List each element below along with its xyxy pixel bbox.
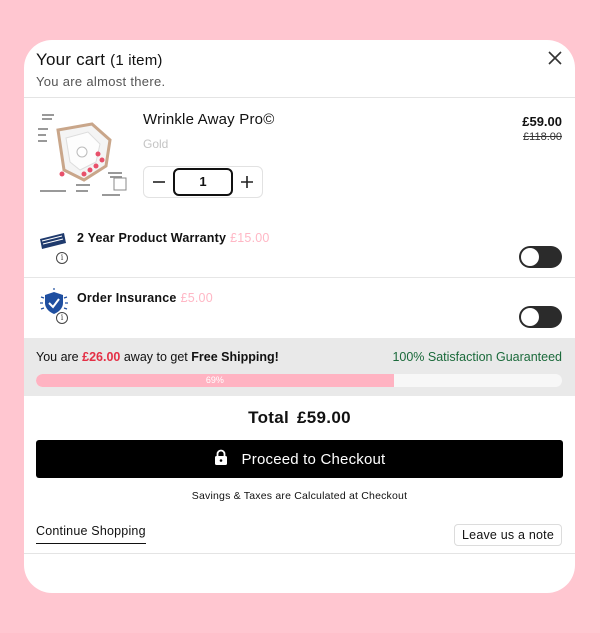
close-icon[interactable]	[545, 48, 565, 68]
addon-insurance-title: Order Insurance	[77, 291, 177, 305]
cart-header: Your cart (1 item) You are almost there.	[24, 40, 575, 98]
satisfaction-guarantee: 100% Satisfaction Guaranteed	[392, 350, 562, 364]
lock-icon	[214, 449, 228, 469]
addon-warranty-label: 2 Year Product Warranty £15.00	[77, 231, 270, 245]
cart-total: Total £59.00	[24, 408, 575, 428]
info-icon[interactable]: i	[56, 312, 68, 324]
cart-title-text: Your cart	[36, 50, 106, 69]
free-shipping-label: Free Shipping!	[191, 350, 279, 364]
shipping-prefix: You are	[36, 350, 79, 364]
product-image[interactable]	[36, 110, 128, 202]
shipping-remaining-amount: £26.00	[82, 350, 121, 364]
addon-insurance: Order Insurance £5.00 i	[24, 278, 575, 338]
quantity-stepper: 1	[143, 166, 263, 198]
insurance-toggle[interactable]	[519, 306, 562, 328]
shipping-progress-label: 69%	[205, 375, 224, 385]
cart-line-item: Wrinkle Away Pro© Gold £59.00 £118.00 1	[24, 98, 575, 218]
cart-footer: Continue Shopping Leave us a note	[24, 510, 575, 554]
cart-drawer: Your cart (1 item) You are almost there.	[24, 40, 575, 593]
product-variant: Gold	[143, 137, 169, 151]
addon-insurance-label: Order Insurance £5.00	[77, 291, 213, 305]
product-compare-price: £118.00	[523, 131, 562, 143]
free-shipping-banner: You are £26.00 away to get Free Shipping…	[24, 338, 575, 396]
minus-icon[interactable]	[144, 167, 173, 197]
shipping-middle: away to get	[123, 350, 188, 364]
checkout-button[interactable]: Proceed to Checkout	[36, 440, 563, 478]
addon-warranty-title: 2 Year Product Warranty	[77, 231, 227, 245]
addon-insurance-price: £5.00	[180, 291, 213, 305]
addon-warranty: 2 Year Product Warranty £15.00 i	[24, 218, 575, 278]
total-label: Total	[248, 408, 290, 427]
quantity-input[interactable]: 1	[173, 168, 233, 196]
info-icon[interactable]: i	[56, 252, 68, 264]
cart-subtitle: You are almost there.	[36, 74, 166, 89]
plus-icon[interactable]	[233, 167, 262, 197]
shipping-message: You are £26.00 away to get Free Shipping…	[36, 350, 279, 364]
continue-shopping-link[interactable]: Continue Shopping	[36, 524, 146, 544]
addon-warranty-price: £15.00	[230, 231, 270, 245]
warranty-toggle[interactable]	[519, 246, 562, 268]
toggle-knob	[521, 248, 539, 266]
product-price: £59.00	[522, 114, 562, 129]
checkout-label: Proceed to Checkout	[241, 450, 386, 468]
total-amount: £59.00	[297, 408, 351, 427]
savings-note: Savings & Taxes are Calculated at Checko…	[191, 490, 408, 502]
leave-note-button[interactable]: Leave us a note	[454, 524, 562, 546]
shipping-progress-bar: 69%	[36, 374, 562, 387]
toggle-knob	[521, 308, 539, 326]
cart-item-count: (1 item)	[110, 52, 163, 69]
cart-title: Your cart (1 item)	[36, 50, 563, 70]
product-name[interactable]: Wrinkle Away Pro©	[143, 111, 274, 128]
